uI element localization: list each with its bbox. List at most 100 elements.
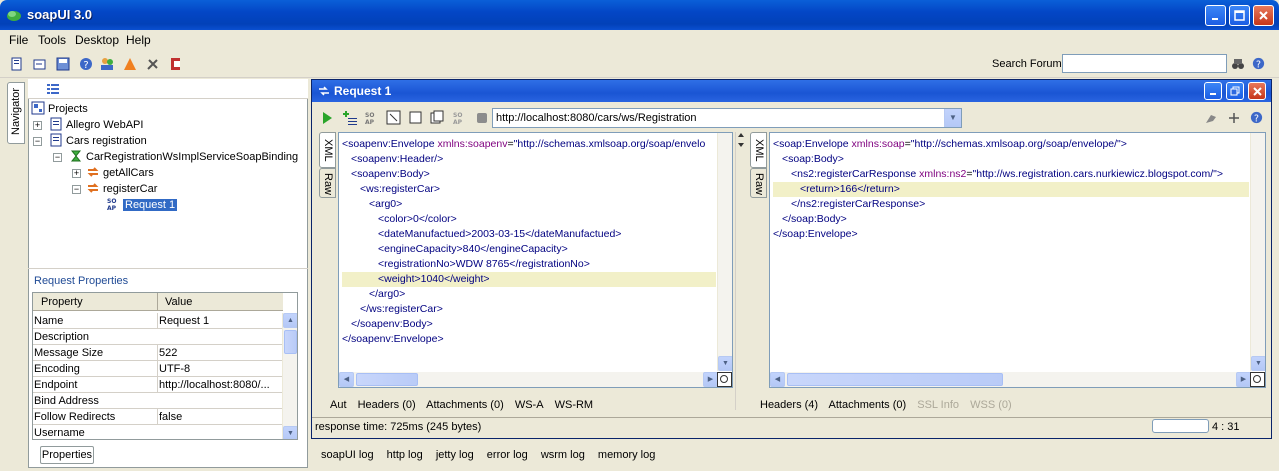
- props-row[interactable]: Description: [33, 329, 283, 345]
- request-editor[interactable]: <soapenv:Envelope xmlns:soapenv="http://…: [338, 132, 733, 388]
- response-editor[interactable]: <soap:Envelope xmlns:soap="http://schema…: [769, 132, 1266, 388]
- scroll-down-icon[interactable]: ▼: [1251, 356, 1265, 371]
- collapse-cars-registration[interactable]: −: [33, 137, 42, 146]
- navigator-tab[interactable]: Navigator: [7, 82, 25, 144]
- editor-splitter[interactable]: [735, 132, 744, 410]
- tab-ws-rm[interactable]: WS-RM: [555, 399, 594, 411]
- props-scrollbar[interactable]: ▲ ▼: [282, 313, 297, 439]
- preferences-icon[interactable]: ?: [78, 56, 94, 72]
- menu-desktop[interactable]: Desktop: [75, 33, 119, 47]
- menu-file[interactable]: File: [9, 33, 28, 47]
- scroll-left-icon[interactable]: ◀: [339, 372, 354, 387]
- props-row[interactable]: Message Size 522: [33, 345, 283, 361]
- tab-error-log[interactable]: error log: [487, 449, 528, 461]
- collapse-registercar[interactable]: −: [72, 185, 81, 194]
- tidy-icon[interactable]: [386, 110, 401, 125]
- close-button[interactable]: [1253, 5, 1274, 26]
- maximize-button[interactable]: [1229, 5, 1250, 26]
- tab-request-attachments[interactable]: Attachments (0): [426, 399, 504, 411]
- scroll-up-icon[interactable]: ▲: [283, 313, 297, 328]
- tab-request-headers[interactable]: Headers (0): [358, 399, 416, 411]
- props-row[interactable]: Username: [33, 425, 283, 439]
- tab-memory-log[interactable]: memory log: [598, 449, 655, 461]
- split-icon[interactable]: [409, 111, 422, 124]
- scroll-left-icon[interactable]: ◀: [770, 372, 785, 387]
- tab-wss[interactable]: WSS (0): [970, 399, 1012, 411]
- tree-item-request-1[interactable]: SO AP Request 1: [106, 197, 178, 213]
- tree-item-binding[interactable]: CarRegistrationWsImplServiceSoapBinding: [69, 149, 298, 165]
- minimize-button[interactable]: [1205, 5, 1226, 26]
- tab-http-log[interactable]: http log: [387, 449, 423, 461]
- request-close-button[interactable]: [1248, 82, 1266, 100]
- props-row[interactable]: Name Request 1: [33, 313, 283, 329]
- wsdl-icon[interactable]: SOAP: [452, 110, 468, 126]
- response-editor-hscroll[interactable]: ◀ ▶: [770, 372, 1251, 387]
- exit-icon[interactable]: [168, 56, 184, 72]
- tabs-icon[interactable]: [430, 110, 444, 124]
- run-icon[interactable]: [320, 111, 334, 125]
- request-editor-vscroll[interactable]: ▼: [717, 133, 732, 371]
- import-project-icon[interactable]: [32, 56, 48, 72]
- response-tab-xml[interactable]: XML: [750, 132, 767, 168]
- response-editor-vscroll[interactable]: ▼: [1250, 133, 1265, 371]
- props-row[interactable]: Bind Address: [33, 393, 283, 409]
- chevron-down-icon[interactable]: ▼: [944, 109, 961, 127]
- expand-allegro[interactable]: +: [33, 121, 42, 130]
- tab-ssl-info[interactable]: SSL Info: [917, 399, 959, 411]
- tree-item-getallcars[interactable]: getAllCars: [86, 165, 154, 181]
- endpoint-combo[interactable]: http://localhost:8080/cars/ws/Registrati…: [492, 108, 962, 128]
- request-help-icon[interactable]: ?: [1249, 110, 1264, 125]
- soapui-pro-icon[interactable]: [122, 56, 138, 72]
- menu-help[interactable]: Help: [126, 33, 151, 47]
- users-icon[interactable]: [99, 56, 115, 72]
- panel-divider[interactable]: [28, 268, 308, 269]
- tab-wsrm-log[interactable]: wsrm log: [541, 449, 585, 461]
- stop-icon[interactable]: [476, 112, 488, 124]
- tree-item-registercar[interactable]: registerCar: [86, 181, 157, 197]
- tab-response-attachments[interactable]: Attachments (0): [829, 399, 907, 411]
- tools-icon[interactable]: [145, 56, 161, 72]
- props-row[interactable]: Endpoint http://localhost:8080/...: [33, 377, 283, 393]
- props-header-value[interactable]: Value: [165, 293, 192, 311]
- props-row[interactable]: Follow Redirects false: [33, 409, 283, 425]
- tab-aut[interactable]: Aut: [330, 399, 347, 411]
- tab-soapui-log[interactable]: soapUI log: [321, 449, 374, 461]
- tab-ws-a[interactable]: WS-A: [515, 399, 544, 411]
- plus-icon[interactable]: [1227, 111, 1241, 125]
- corner-icon[interactable]: [717, 372, 732, 387]
- request-tab-raw[interactable]: Raw: [319, 168, 336, 198]
- scroll-right-icon[interactable]: ▶: [703, 372, 718, 387]
- create-request-icon[interactable]: SOAP: [364, 110, 380, 126]
- new-project-icon[interactable]: [9, 56, 25, 72]
- search-forum-input[interactable]: [1062, 54, 1227, 73]
- menu-tools[interactable]: Tools: [38, 33, 66, 47]
- collapse-binding[interactable]: −: [53, 153, 62, 162]
- collapse-all-icon[interactable]: [46, 82, 60, 96]
- request-restore-button[interactable]: [1226, 82, 1244, 100]
- binoculars-icon[interactable]: [1231, 57, 1245, 71]
- save-all-icon[interactable]: [55, 56, 71, 72]
- request-minimize-button[interactable]: [1204, 82, 1222, 100]
- scroll-thumb[interactable]: [284, 330, 297, 354]
- scroll-down-icon[interactable]: ▼: [283, 426, 297, 439]
- scroll-down-icon[interactable]: ▼: [718, 356, 732, 371]
- request-tab-xml[interactable]: XML: [319, 132, 336, 168]
- help-icon[interactable]: ?: [1251, 56, 1266, 71]
- add-to-testcase-icon[interactable]: [342, 110, 358, 126]
- tree-item-allegro-webapi[interactable]: Allegro WebAPI: [49, 117, 143, 133]
- properties-button[interactable]: Properties: [40, 446, 94, 464]
- scroll-thumb[interactable]: [356, 373, 418, 386]
- scroll-right-icon[interactable]: ▶: [1236, 372, 1251, 387]
- request-editor-hscroll[interactable]: ◀ ▶: [339, 372, 718, 387]
- tree-item-projects[interactable]: Projects: [31, 101, 88, 117]
- tab-response-headers[interactable]: Headers (4): [760, 399, 818, 411]
- pin-icon[interactable]: [1204, 111, 1218, 125]
- response-tab-raw[interactable]: Raw: [750, 168, 767, 198]
- scroll-thumb[interactable]: [787, 373, 1003, 386]
- splitter-arrows-icon[interactable]: [737, 132, 745, 148]
- tab-jetty-log[interactable]: jetty log: [436, 449, 474, 461]
- expand-getallcars[interactable]: +: [72, 169, 81, 178]
- tree-item-cars-registration[interactable]: Cars registration: [49, 133, 147, 149]
- props-header-property[interactable]: Property: [41, 293, 83, 311]
- corner-icon[interactable]: [1250, 372, 1265, 387]
